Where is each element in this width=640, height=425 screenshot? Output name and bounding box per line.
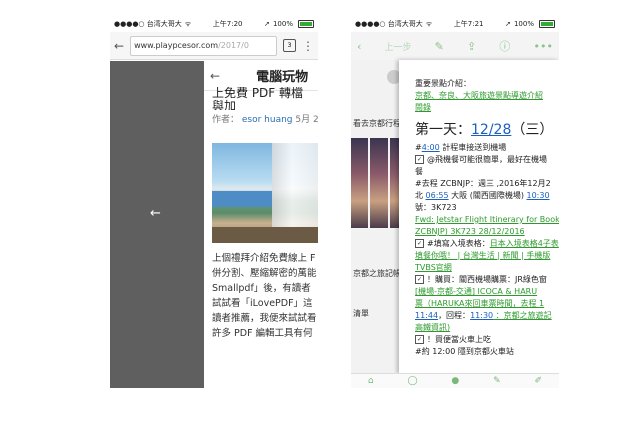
right-phone-screen: ●●●●○ 台湾大哥大 ᯤ 上午7:21 ➚ 100% ‹ 上一步 ✎ ⇪ ⓘ … [351,16,559,388]
search-icon[interactable]: ◯ [407,376,417,386]
battery-icon [297,20,314,28]
note-link[interactable]: Fwd: Jetstar Flight Itinerary for Book [415,215,559,224]
hero-desk [212,227,318,243]
note-text: #填寫入境表格： [427,239,490,248]
article-body: 上個禮拜介紹免費線上 F 併分割、壓縮解密的萬能 Smallpdf」後，有讀者 … [204,243,318,341]
checkbox[interactable]: ✓ [415,335,424,344]
note-text: @飛機餐可能很簡單，最好在機場 [427,155,547,164]
note-text: ，回程： [438,311,471,320]
time-link[interactable]: 10:30 [526,191,549,200]
checkbox[interactable]: ✓ [415,239,424,248]
note-text: ！買便當火車上吃 [427,335,491,344]
back-label[interactable]: 上一步 [385,40,412,53]
status-bar: ●●●●○ 台湾大哥大 ᯤ 上午7:21 ➚ 100% [351,16,559,32]
battery-icon [538,20,555,28]
location-arrow-icon: ➚ [264,20,270,28]
browser-menu-icon[interactable]: ⋮ [302,40,314,52]
carrier-label: ●●●●○ 台湾大哥大 [114,20,182,28]
back-chevron-icon[interactable]: ‹ [357,40,361,53]
time-link[interactable]: 11:30 [470,311,493,320]
hero-image [212,143,318,243]
note-line: 餐 [415,167,423,176]
wifi-icon: ᯤ [184,19,192,28]
note-line: #去程 ZCBNJP：週三 ,2016年12月2 [415,179,551,188]
note-toolbar: ‹ 上一步 ✎ ⇪ ⓘ ••• [351,32,559,60]
browser-address-bar: ← www.playpcesor.com/2017/0 3 ⋮ [110,32,318,60]
tabs-count-button[interactable]: 3 [283,39,296,52]
share-icon[interactable]: ⇪ [467,40,476,53]
body-line: Smallpdf」後，有讀者 [212,283,311,294]
note-link[interactable]: 填餐你哦！ | 台灣生活 | 新聞 | 手機版 [415,251,550,260]
body-line: 併分割、壓縮解密的萬能 [212,268,317,279]
article-page: ← 電腦玩物 上免費 PDF 轉檔與加 具 作者： esor huang 5月 … [204,61,318,388]
body-line: 許多 PDF 編輯工具有何 [212,328,313,339]
background-note-title: 清單 [353,309,369,318]
time-link[interactable]: 06:55 [426,191,449,200]
edit-icon[interactable]: ✎ [435,40,444,53]
note-link[interactable]: [機場-京都-交通] ICOCA & HARU [415,287,537,296]
carrier-label: ●●●●○ 台湾大哥大 [355,20,423,28]
article-title-line: 上免費 PDF 轉檔與加 [212,87,304,110]
background-note-title: 看去京都行程 [353,119,401,128]
new-note-icon[interactable]: ● [451,376,459,386]
app-back-icon[interactable]: ← [210,69,220,83]
url-path: /2017/0 [218,40,249,50]
note-text: 計程車接送到機場 [439,143,507,152]
day-label: 第一天： [415,122,471,138]
drawer-back-arrow-icon[interactable]: ← [150,206,161,221]
author-prefix: 作者： [212,115,240,125]
clock: 上午7:20 [212,20,243,28]
browser-back-icon[interactable]: ← [114,39,124,53]
side-drawer-overlay[interactable]: ← [110,61,204,388]
note-link[interactable]: TVBS官網 [415,263,452,272]
edit-note-icon[interactable]: ✎ [493,376,501,386]
checkbox[interactable]: ✓ [415,275,424,284]
day-heading: 第一天：12/28（三） [415,120,559,140]
time-link[interactable]: 4:00 [422,143,440,152]
note-link[interactable]: ：京都之旅遊記 [493,311,552,320]
url-host: www.playpcesor.com [134,40,219,50]
note-link[interactable]: 日本入境表格4子表 [490,239,559,248]
day-date-link[interactable]: 12/28 [471,122,511,138]
site-title: 電腦玩物 [256,70,309,85]
hero-sea [212,191,272,207]
author-name-link[interactable]: esor huang [242,115,293,125]
note-text: # [415,143,422,152]
left-phone-screen: ●●●●○ 台湾大哥大 ᯤ 上午7:20 ➚ 100% ← www.playpc… [110,16,318,388]
post-date: 5月 2 [295,115,318,125]
location-arrow-icon: ➚ [505,20,511,28]
clock: 上午7:21 [453,20,484,28]
note-link[interactable]: 閱錄 [415,103,431,112]
battery-percent: 100% [272,20,293,28]
bottom-toolbar: ⌂ ◯ ● ✎ ✐ [351,373,559,388]
note-link[interactable]: 京都、奈良、大阪旅遊景點導遊介紹 [415,91,543,100]
note-link[interactable]: 高鐵資訊) [415,323,450,332]
note-link[interactable]: ZCBNJP) 3K723 28/12/2016 [415,227,525,236]
article-title: 上免費 PDF 轉檔與加 具 [204,87,318,110]
wifi-icon: ᯤ [425,19,433,28]
url-field[interactable]: www.playpcesor.com/2017/0 [130,35,277,56]
note-text: 大阪 (關西國際機場) [448,191,527,200]
checkbox[interactable]: ✓ [415,155,424,164]
author-line: 作者： esor huang 5月 2 [204,110,318,127]
day-weekday: （三） [511,122,554,138]
time-link[interactable]: 11:44 [415,311,438,320]
body-line: 上個禮拜介紹免費線上 F [212,253,316,264]
home-icon[interactable]: ⌂ [368,376,374,386]
more-icon[interactable]: ••• [533,40,552,53]
body-line: 讀者推薦，我便來試試看 [212,313,317,324]
note-line: 號：3K723 [415,203,457,212]
pen-icon[interactable]: ✐ [535,376,543,386]
status-bar: ●●●●○ 台湾大哥大 ᯤ 上午7:20 ➚ 100% [110,16,318,32]
note-content[interactable]: 重要景點介紹： 京都、奈良、大阪旅遊景點導遊介紹 閱錄 第一天：12/28（三）… [399,60,559,374]
note-link[interactable]: 票（HARUKA來回車票時間，去程 1 [415,299,544,308]
battery-percent: 100% [513,20,534,28]
body-line: 試試看「iLovePDF」這 [212,298,313,309]
background-note-title: 京都之旅記帳 [353,269,401,278]
note-line: #約 12:00 隱到京都火車站 [415,347,514,356]
note-line: 重要景點介紹： [415,79,471,88]
note-text: ！購買：關西機場購票：JR綠色窗 [427,275,547,284]
info-icon[interactable]: ⓘ [499,38,510,54]
note-text: 北 [415,191,426,200]
